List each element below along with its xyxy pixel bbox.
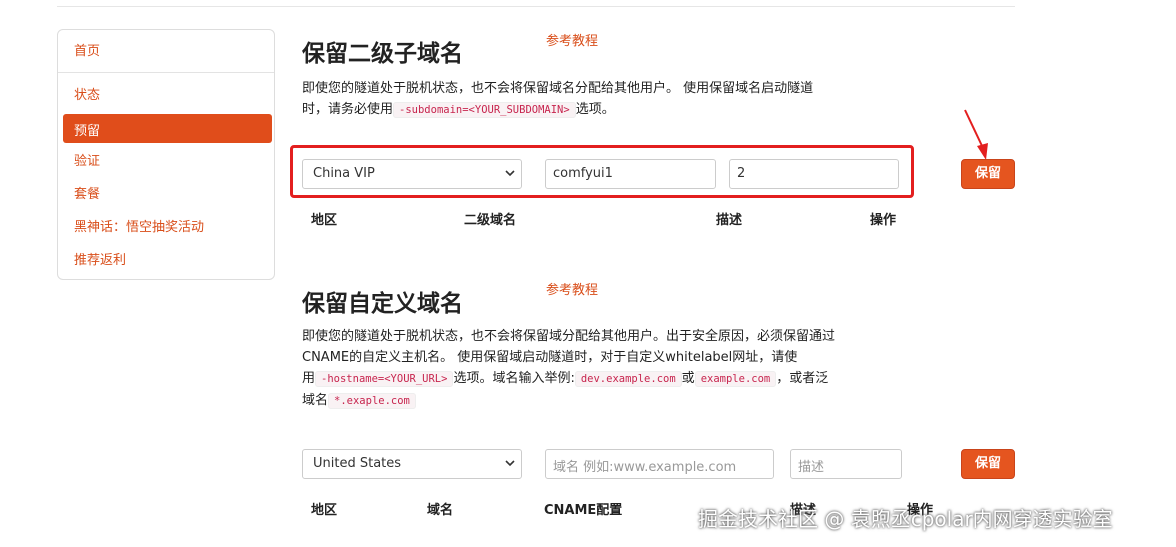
sidebar-item-verify[interactable]: 验证	[74, 154, 100, 170]
description-input-value: 2	[737, 166, 746, 181]
region-select-value: United States	[313, 456, 402, 471]
sidebar-divider	[58, 72, 274, 73]
description-input-placeholder: 描述	[798, 460, 825, 475]
subdomain-description-input[interactable]: 2	[729, 159, 899, 189]
desc-text: ，或者泛	[776, 371, 829, 386]
custom-domain-description: 即使您的隧道处于脱机状态，也不会将保留域分配给其他用户。出于安全原因，必须保留通…	[302, 326, 835, 412]
column-header-region: 地区	[311, 213, 338, 228]
subdomain-input[interactable]: comfyui1	[545, 159, 716, 189]
sidebar-item-home[interactable]: 首页	[74, 44, 100, 60]
example-domain-code: example.com	[694, 371, 777, 387]
sidebar-item-reserved[interactable]: 预留	[63, 114, 272, 143]
desc-line: CNAME的自定义主机名。 使用保留域启动隧道时，对于自定义whitelabel…	[302, 350, 798, 365]
custom-description-input[interactable]: 描述	[790, 449, 902, 479]
example-domain-code: dev.example.com	[574, 371, 682, 387]
sidebar-item-promo[interactable]: 黑神话：悟空抽奖活动	[74, 220, 204, 236]
region-select-value: China VIP	[313, 166, 375, 181]
desc-text: 或	[681, 371, 695, 386]
top-divider	[57, 6, 1015, 7]
sidebar-item-referral[interactable]: 推荐返利	[74, 253, 126, 269]
custom-domain-title: 保留自定义域名	[302, 291, 463, 317]
desc-text: 选项。域名输入举例:	[453, 371, 575, 386]
domain-input-placeholder: 域名 例如:www.example.com	[553, 460, 737, 475]
sidebar-item-status[interactable]: 状态	[74, 88, 100, 104]
hostname-option-code: -hostname=<YOUR_URL>	[315, 371, 454, 387]
subdomain-option-code: -subdomain=<YOUR_SUBDOMAIN>	[393, 102, 576, 118]
column-header-region: 地区	[311, 503, 338, 518]
subdomain-title: 保留二级子域名	[302, 41, 463, 67]
reserve-subdomain-button[interactable]: 保留	[961, 159, 1015, 189]
subdomain-tutorial-link[interactable]: 参考教程	[546, 30, 598, 49]
subdomain-description: 即使您的隧道处于脱机状态，也不会将保留域名分配给其他用户。 使用保留域名启动隧道…	[302, 78, 813, 121]
custom-domain-tutorial-link[interactable]: 参考教程	[546, 279, 598, 298]
watermark-text: 掘金技术社区 @ 袁煦丞cpolar内网穿透实验室	[698, 507, 1113, 531]
subdomain-input-value: comfyui1	[553, 166, 613, 181]
chevron-down-icon	[505, 170, 515, 177]
desc-line: 即使您的隧道处于脱机状态，也不会将保留域分配给其他用户。出于安全原因，必须保留通…	[302, 329, 836, 344]
desc-text: 时，请务必使用	[302, 102, 394, 117]
custom-domain-input[interactable]: 域名 例如:www.example.com	[545, 449, 774, 479]
column-header-description: 描述	[716, 213, 743, 228]
chevron-down-icon	[505, 460, 515, 467]
column-header-domain: 域名	[427, 503, 454, 518]
desc-text: 选项。	[575, 102, 615, 117]
sidebar-nav: 首页 状态 预留 验证 套餐 黑神话：悟空抽奖活动 推荐返利	[57, 29, 275, 280]
subdomain-region-select[interactable]: China VIP	[302, 159, 522, 189]
reserve-custom-domain-button[interactable]: 保留	[961, 449, 1015, 479]
column-header-action: 操作	[870, 213, 897, 228]
desc-line: 域名 *.exaple.com	[302, 390, 835, 412]
red-arrow-icon	[964, 109, 988, 160]
sidebar-item-plans[interactable]: 套餐	[74, 187, 100, 203]
sidebar-item-label: 预留	[74, 124, 101, 139]
desc-line: 用 -hostname=<YOUR_URL> 选项。域名输入举例: dev.examp…	[302, 368, 835, 390]
desc-text: 域名	[302, 393, 329, 408]
custom-region-select[interactable]: United States	[302, 449, 522, 479]
column-header-cname: CNAME配置	[544, 503, 623, 518]
column-header-subdomain: 二级域名	[464, 213, 517, 228]
desc-line: 即使您的隧道处于脱机状态，也不会将保留域名分配给其他用户。 使用保留域名启动隧道	[302, 81, 814, 96]
desc-text: 用	[302, 371, 316, 386]
wildcard-domain-code: *.exaple.com	[328, 393, 416, 409]
desc-line: 时，请务必使用 -subdomain=<YOUR_SUBDOMAIN> 选项。	[302, 99, 813, 121]
